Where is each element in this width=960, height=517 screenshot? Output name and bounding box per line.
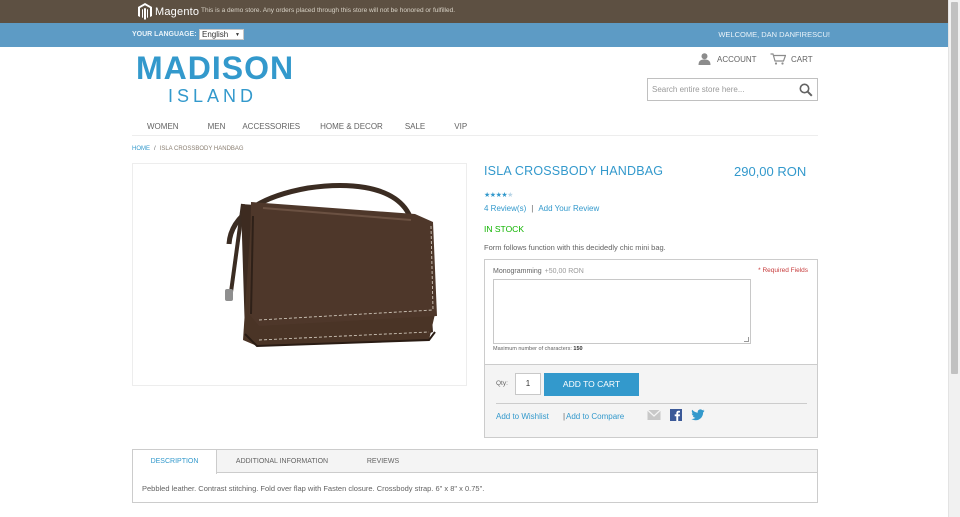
account-link[interactable]: ACCOUNT: [698, 53, 757, 65]
tab-description[interactable]: DESCRIPTION: [133, 450, 217, 474]
required-fields-note: * Required Fields: [758, 267, 808, 274]
breadcrumb-home[interactable]: HOME: [132, 146, 150, 152]
reviews-line: 4 Review(s) | Add Your Review: [484, 204, 599, 213]
language-select[interactable]: English ▼: [199, 29, 244, 40]
add-to-cart-button[interactable]: ADD TO CART: [544, 373, 639, 396]
product-tabs: DESCRIPTION ADDITIONAL INFORMATION REVIE…: [132, 449, 818, 503]
handbag-image: [225, 182, 437, 348]
stock-status: IN STOCK: [484, 224, 524, 234]
monogramming-label-text: Monogramming: [493, 268, 542, 275]
magento-logo-text: Magento: [155, 5, 200, 18]
language-select-value: English: [202, 30, 229, 39]
add-to-cart-box: Qty: 1 ADD TO CART Add to Wishlist | Add…: [484, 365, 818, 438]
chevron-down-icon: ▼: [235, 32, 240, 38]
search-input[interactable]: [648, 79, 788, 100]
brand-logo-island[interactable]: ISLAND: [168, 86, 257, 107]
nav-item-sale[interactable]: SALE: [405, 118, 425, 135]
nav-item-women[interactable]: WOMEN: [147, 118, 179, 135]
monogramming-price: +50,00 RON: [544, 268, 584, 275]
divider: [496, 403, 807, 404]
page-scrollbar[interactable]: [948, 0, 960, 517]
brand-logo-madison[interactable]: MADISON: [136, 50, 294, 87]
language-label: YOUR LANGUAGE:: [132, 31, 197, 38]
magento-logo-icon: [138, 3, 152, 20]
resize-handle-icon[interactable]: [744, 337, 749, 342]
qty-label: Qty:: [496, 380, 508, 387]
max-characters-note: Maximum number of characters: 150: [493, 346, 583, 352]
breadcrumb: HOME / ISLA CROSSBODY HANDBAG: [132, 146, 244, 152]
account-label: ACCOUNT: [717, 54, 757, 64]
account-icon: [698, 53, 711, 65]
add-to-compare-link[interactable]: Add to Compare: [566, 412, 624, 421]
max-characters-value: 150: [573, 346, 583, 352]
product-options: Monogramming +50,00 RON * Required Fields…: [484, 259, 818, 365]
facebook-icon[interactable]: [670, 409, 682, 421]
qty-input[interactable]: 1: [515, 373, 541, 395]
monogramming-textarea[interactable]: [493, 279, 751, 344]
cart-link[interactable]: CART: [770, 53, 813, 65]
share-links: [647, 409, 714, 421]
nav-item-men[interactable]: MEN: [208, 118, 226, 135]
reviews-count-link[interactable]: 4 Review(s): [484, 204, 526, 213]
nav-item-accessories[interactable]: ACCESSORIES: [242, 118, 300, 135]
product-image[interactable]: [132, 163, 467, 386]
tab-description-content: Pebbled leather. Contrast stitching. Fol…: [142, 484, 485, 493]
short-description: Form follows function with this decidedl…: [484, 243, 666, 252]
nav-item-home-decor[interactable]: HOME & DECOR: [320, 118, 383, 135]
compare-separator: |: [563, 412, 566, 421]
nav-item-vip[interactable]: VIP: [454, 118, 467, 135]
search-icon[interactable]: [799, 83, 813, 97]
breadcrumb-current: ISLA CROSSBODY HANDBAG: [159, 146, 244, 152]
add-to-wishlist-link[interactable]: Add to Wishlist: [496, 412, 549, 421]
product-price: 290,00 RON: [734, 164, 807, 179]
reviews-separator: |: [531, 204, 534, 213]
tab-additional-information[interactable]: ADDITIONAL INFORMATION: [225, 450, 339, 473]
product-name: ISLA CROSSBODY HANDBAG: [484, 164, 664, 178]
welcome-message: WELCOME, DAN DANFIRESCU!: [718, 30, 830, 39]
twitter-icon[interactable]: [691, 409, 705, 421]
monogramming-label: Monogramming +50,00 RON: [493, 268, 584, 275]
magento-logo[interactable]: Magento: [138, 3, 199, 20]
add-review-link[interactable]: Add Your Review: [538, 204, 599, 213]
rating-stars: ★ ★ ★ ★ ★: [484, 191, 513, 199]
breadcrumb-separator: /: [154, 146, 156, 152]
cart-icon: [770, 53, 786, 65]
demo-notice-bar: Magento This is a demo store. Any orders…: [0, 0, 948, 23]
tab-reviews[interactable]: REVIEWS: [359, 450, 407, 473]
cart-label: CART: [791, 54, 813, 64]
max-characters-label: Maximum number of characters:: [493, 346, 572, 352]
demo-notice-text: This is a demo store. Any orders placed …: [201, 7, 455, 14]
main-navigation: WOMEN MEN ACCESSORIES HOME & DECOR SALE …: [132, 118, 818, 136]
half-star-icon: ★: [507, 192, 513, 199]
scrollbar-thumb[interactable]: [951, 2, 958, 374]
search-box: [647, 78, 818, 101]
email-icon[interactable]: [647, 409, 661, 421]
